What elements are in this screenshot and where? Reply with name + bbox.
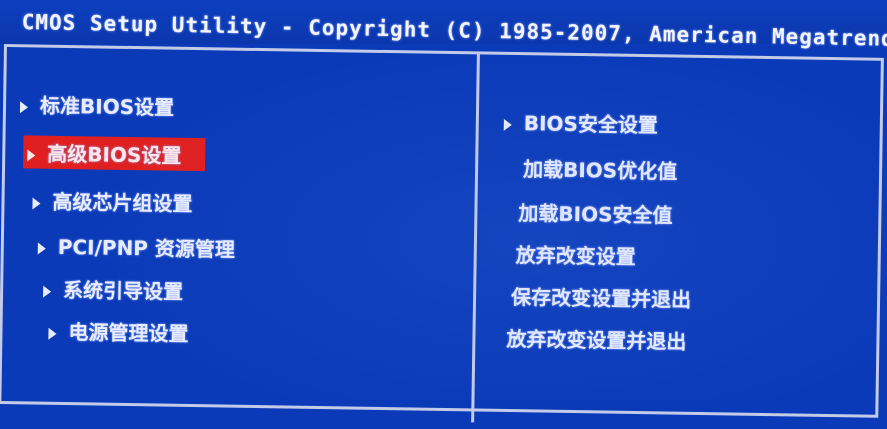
menu-item-pci-pnp[interactable]: PCI/PNP 资源管理 xyxy=(37,231,236,263)
main-frame: 标准BIOS设置 高级BIOS设置 高级芯片组设置 PCI/PNP 资源管理 系… xyxy=(0,44,884,423)
triangle-right-icon xyxy=(48,327,57,340)
triangle-right-icon xyxy=(32,196,41,210)
menu-item-power[interactable]: 电源管理设置 xyxy=(48,316,189,347)
menu-item-label: 系统引导设置 xyxy=(62,277,184,304)
menu-item-discard-changes[interactable]: 放弃改变设置 xyxy=(516,239,636,270)
menu-item-bios-security[interactable]: BIOS安全设置 xyxy=(503,107,659,138)
menu-item-advanced-bios[interactable]: 高级BIOS设置 xyxy=(23,135,206,172)
menu-item-label: 放弃改变设置并退出 xyxy=(506,326,687,354)
menu-item-label: 标准BIOS设置 xyxy=(39,93,175,120)
menu-item-advanced-chipset[interactable]: 高级芯片组设置 xyxy=(32,185,193,217)
menu-item-label: 加载BIOS安全值 xyxy=(518,201,673,228)
triangle-right-icon xyxy=(19,100,29,113)
menu-item-standard-bios[interactable]: 标准BIOS设置 xyxy=(19,89,175,120)
title-bar: CMOS Setup Utility - Copyright (C) 1985-… xyxy=(0,0,887,53)
menu-item-label: PCI/PNP 资源管理 xyxy=(57,234,236,262)
menu-item-save-exit[interactable]: 保存改变设置并退出 xyxy=(511,281,691,313)
menu-item-boot[interactable]: 系统引导设置 xyxy=(43,274,183,305)
menu-item-label: BIOS安全设置 xyxy=(523,111,659,138)
menu-item-label: 高级BIOS设置 xyxy=(47,141,182,168)
triangle-right-icon xyxy=(503,118,512,131)
triangle-right-icon xyxy=(27,148,36,162)
triangle-right-icon xyxy=(37,242,46,255)
menu-item-label: 放弃改变设置 xyxy=(515,243,636,269)
triangle-right-icon xyxy=(43,285,52,298)
menu-item-label: 电源管理设置 xyxy=(68,320,189,346)
menu-item-label: 高级芯片组设置 xyxy=(52,189,193,216)
menu-item-label: 加载BIOS优化值 xyxy=(522,157,678,184)
menu-item-label: 保存改变设置并退出 xyxy=(510,284,692,312)
menu-item-load-failsafe[interactable]: 加载BIOS安全值 xyxy=(518,197,673,228)
column-divider xyxy=(471,52,480,423)
menu-item-discard-exit[interactable]: 放弃改变设置并退出 xyxy=(506,323,686,355)
menu-item-load-optimized[interactable]: 加载BIOS优化值 xyxy=(523,153,678,184)
